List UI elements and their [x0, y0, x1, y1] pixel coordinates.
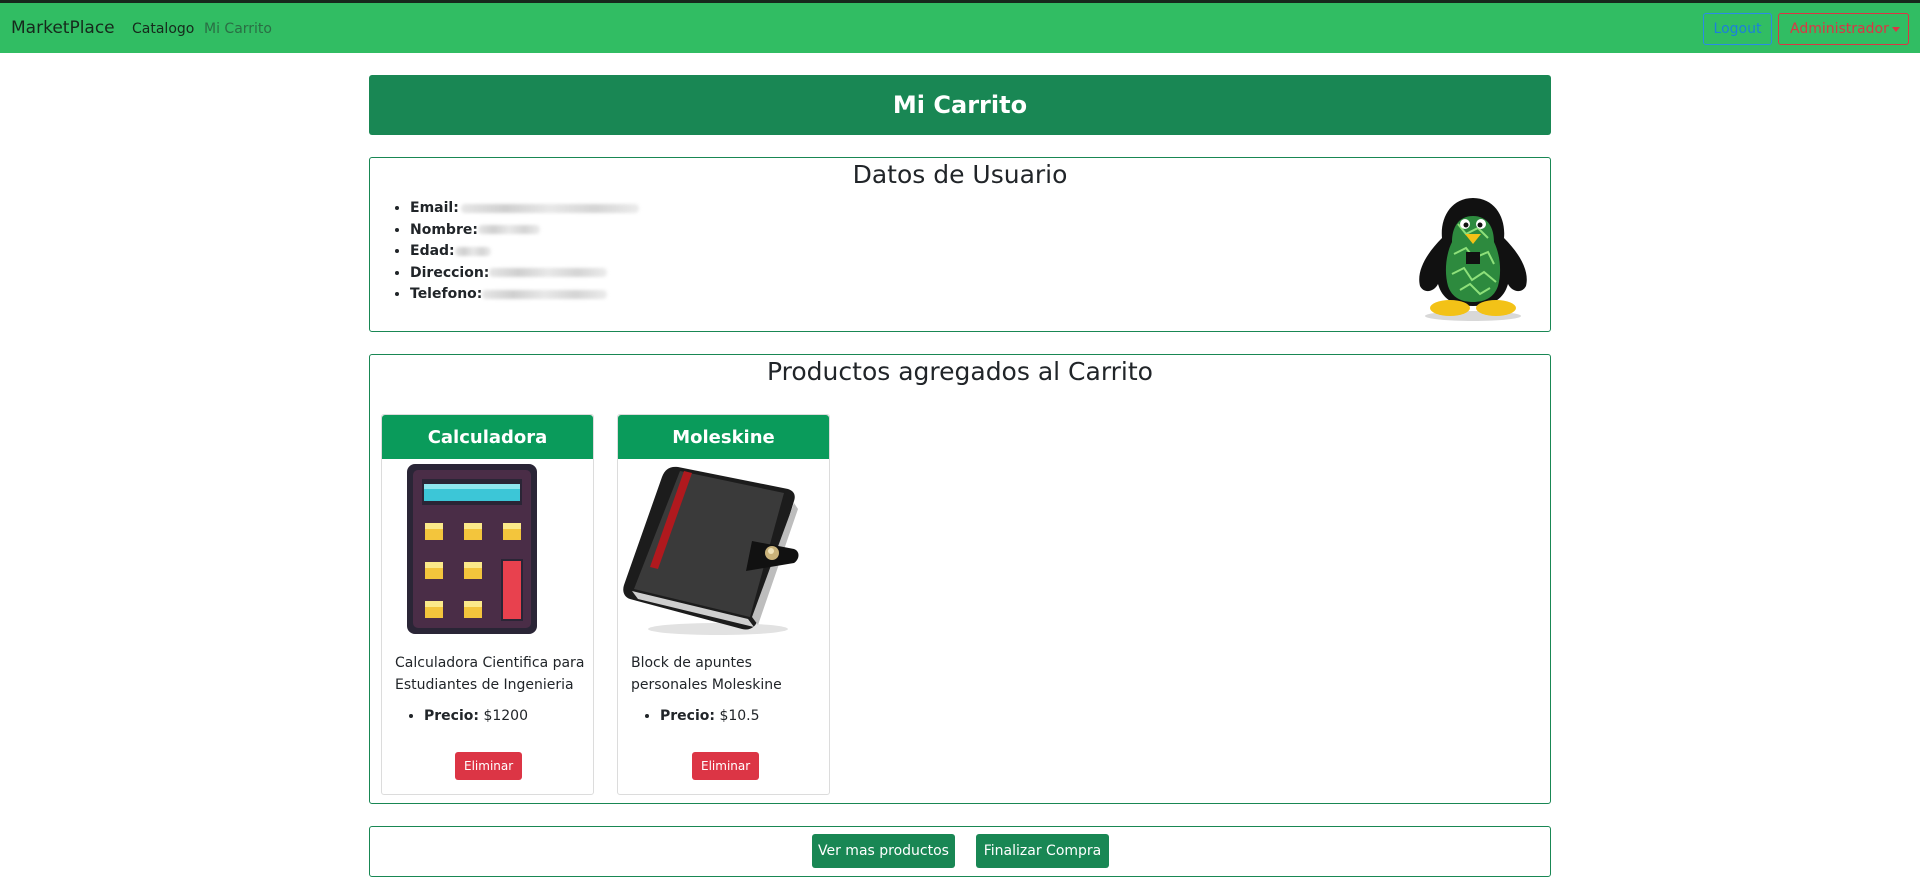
redacted-value [482, 289, 608, 299]
finish-purchase-button[interactable]: Finalizar Compra [976, 834, 1109, 868]
notebook-icon [623, 466, 799, 635]
product-card: Calculadora Calculadora Cientifica para … [381, 414, 594, 795]
admin-dropdown-button[interactable]: Administrador [1778, 13, 1909, 45]
cart-products-panel: Productos agregados al Carrito Calculado… [369, 354, 1551, 804]
redacted-value [454, 246, 491, 256]
caret-down-icon [1892, 27, 1900, 32]
product-description: Calculadora Cientifica para Estudiantes … [395, 655, 585, 693]
tux-penguin-icon [1419, 198, 1527, 321]
product-price: Precio: $1200 [424, 708, 528, 724]
user-field-direccion: Direccion: [410, 263, 639, 285]
product-card: Moleskine Block de apuntes personales Mo… [617, 414, 830, 795]
cart-actions-panel: Ver mas productos Finalizar Compra [369, 826, 1551, 877]
brand-logo[interactable]: MarketPlace [11, 18, 115, 38]
nav-link-mi-carrito[interactable]: Mi Carrito [204, 21, 272, 37]
cart-products-title: Productos agregados al Carrito [767, 357, 1153, 386]
product-name: Calculadora [382, 415, 593, 459]
price-label: Precio: [660, 708, 715, 724]
remove-product-button[interactable]: Eliminar [455, 752, 523, 780]
user-field-label: Email: [410, 200, 459, 216]
user-field-nombre: Nombre: [410, 220, 639, 242]
product-price-list: Precio: $10.5 [660, 708, 760, 724]
user-field-label: Telefono: [410, 286, 483, 302]
navbar: MarketPlace Catalogo Mi Carrito Logout A… [0, 0, 1920, 53]
user-data-title: Datos de Usuario [852, 160, 1068, 189]
redacted-value [477, 225, 540, 234]
product-price-list: Precio: $1200 [424, 708, 528, 724]
user-data-list: Email: Nombre: Edad: Direccion: Telefono… [410, 198, 639, 306]
product-name: Moleskine [618, 415, 829, 459]
calculator-icon [407, 464, 537, 634]
admin-dropdown-label: Administrador [1790, 21, 1889, 37]
nav-link-catalogo[interactable]: Catalogo [132, 21, 194, 37]
redacted-value [489, 268, 608, 277]
user-field-telefono: Telefono: [410, 284, 639, 306]
price-value: $10.5 [719, 708, 760, 724]
product-price: Precio: $10.5 [660, 708, 760, 724]
product-description: Block de apuntes personales Moleskine [631, 655, 782, 693]
remove-product-button[interactable]: Eliminar [692, 752, 760, 780]
page-title: Mi Carrito [369, 75, 1551, 135]
price-label: Precio: [424, 708, 479, 724]
user-field-edad: Edad: [410, 241, 639, 263]
price-value: $1200 [483, 708, 528, 724]
redacted-value [460, 203, 639, 213]
user-field-email: Email: [410, 198, 639, 220]
logout-button[interactable]: Logout [1703, 13, 1772, 45]
user-field-label: Direccion: [410, 264, 490, 281]
user-field-label: Edad: [410, 243, 455, 259]
user-field-label: Nombre: [410, 221, 478, 238]
user-data-panel: Datos de Usuario Email: Nombre: Edad: Di… [369, 157, 1551, 332]
view-more-products-button[interactable]: Ver mas productos [812, 834, 955, 868]
